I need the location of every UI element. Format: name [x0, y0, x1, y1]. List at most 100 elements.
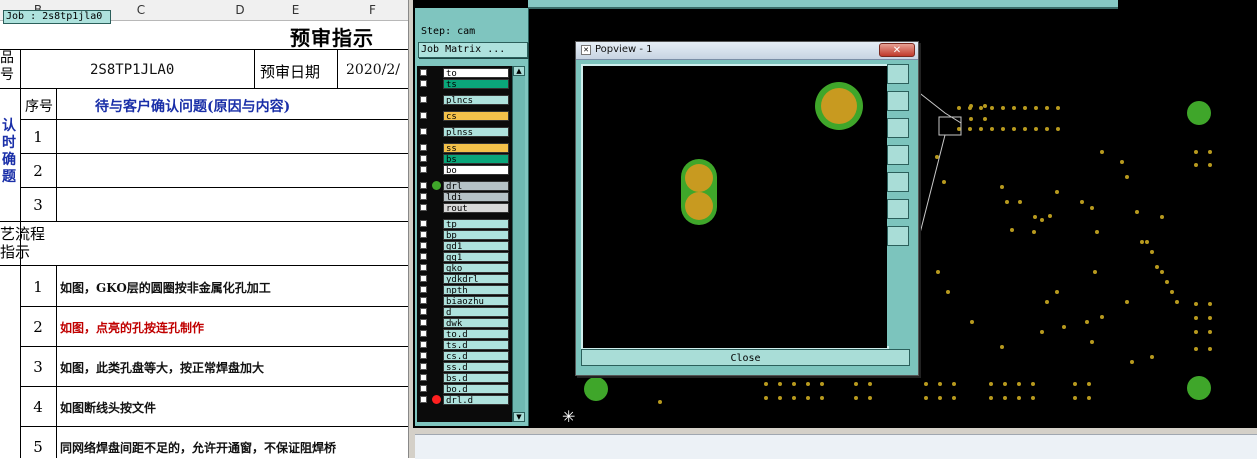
layer-name[interactable]: dwk — [443, 318, 509, 328]
layer-row[interactable]: bs — [419, 154, 510, 164]
layer-name[interactable]: npth — [443, 285, 509, 295]
layer-name[interactable]: to.d — [443, 329, 509, 339]
zoom-area-icon[interactable] — [887, 199, 909, 219]
layer-name[interactable]: ldi — [443, 192, 509, 202]
layer-name[interactable]: drl.d — [443, 395, 509, 405]
layer-row[interactable]: drl — [419, 181, 510, 191]
layer-row[interactable]: cs — [419, 111, 510, 121]
layer-checkbox[interactable] — [420, 193, 427, 200]
layer-name[interactable]: to — [443, 68, 509, 78]
layer-checkbox[interactable] — [420, 253, 427, 260]
layer-name[interactable]: ss.d — [443, 362, 509, 372]
layer-name[interactable]: bs — [443, 154, 509, 164]
layer-checkbox[interactable] — [420, 144, 427, 151]
layer-checkbox[interactable] — [420, 220, 427, 227]
layer-row[interactable]: ldi — [419, 192, 510, 202]
layer-row[interactable]: to.d — [419, 329, 510, 339]
layer-name[interactable]: ts.d — [443, 340, 509, 350]
layer-checkbox[interactable] — [420, 308, 427, 315]
layer-checkbox[interactable] — [420, 275, 427, 282]
close-button[interactable]: Close — [581, 349, 910, 366]
layer-checkbox[interactable] — [420, 330, 427, 337]
layer-row[interactable]: cs.d — [419, 351, 510, 361]
pan-left-icon[interactable] — [887, 145, 909, 165]
layer-checkbox[interactable] — [420, 128, 427, 135]
layer-row[interactable]: to — [419, 68, 510, 78]
layer-name[interactable]: gd1 — [443, 241, 509, 251]
layer-checkbox[interactable] — [420, 341, 427, 348]
layer-row[interactable]: gd1 — [419, 241, 510, 251]
layer-row[interactable]: gko — [419, 263, 510, 273]
col-header-f[interactable]: F — [337, 0, 409, 21]
scroll-down-icon[interactable]: ▼ — [513, 412, 525, 422]
layer-row[interactable]: plnss — [419, 127, 510, 137]
layer-row[interactable]: biaozhu — [419, 296, 510, 306]
layer-name[interactable]: bo.d — [443, 384, 509, 394]
layer-name[interactable]: gg1 — [443, 252, 509, 262]
layer-checkbox[interactable] — [420, 242, 427, 249]
layer-row[interactable]: dwk — [419, 318, 510, 328]
layer-row[interactable]: ss.d — [419, 362, 510, 372]
layer-row[interactable]: plncs — [419, 95, 510, 105]
layer-checkbox[interactable] — [420, 286, 427, 293]
layer-name[interactable]: cs — [443, 111, 509, 121]
layer-row[interactable]: ts — [419, 79, 510, 89]
layer-name[interactable]: ss — [443, 143, 509, 153]
layer-checkbox[interactable] — [420, 363, 427, 370]
refresh-icon[interactable] — [887, 226, 909, 246]
layer-row[interactable]: drl.d — [419, 395, 510, 405]
layer-checkbox[interactable] — [420, 96, 427, 103]
layer-name[interactable]: ts — [443, 79, 509, 89]
layer-row[interactable]: tp — [419, 219, 510, 229]
layer-row[interactable]: bs.d — [419, 373, 510, 383]
col-header-e[interactable]: E — [254, 0, 338, 21]
col-header-d[interactable]: D — [226, 0, 255, 21]
layer-name[interactable]: bs.d — [443, 373, 509, 383]
close-window-icon[interactable]: ✕ — [879, 43, 915, 57]
scroll-up-icon[interactable]: ▲ — [513, 66, 525, 76]
layer-checkbox[interactable] — [420, 319, 427, 326]
zoom-in-icon[interactable] — [887, 91, 909, 111]
layer-checkbox[interactable] — [420, 204, 427, 211]
layer-row[interactable]: ts.d — [419, 340, 510, 350]
layer-checkbox[interactable] — [420, 69, 427, 76]
layer-checkbox[interactable] — [420, 297, 427, 304]
job-matrix-button[interactable]: Job Matrix ... — [418, 42, 528, 58]
layer-row[interactable]: gg1 — [419, 252, 510, 262]
layer-name[interactable]: biaozhu — [443, 296, 509, 306]
layer-name[interactable]: ydkdrl — [443, 274, 509, 284]
layer-name[interactable]: d — [443, 307, 509, 317]
layer-row[interactable]: bp — [419, 230, 510, 240]
layer-checkbox[interactable] — [420, 182, 427, 189]
layer-name[interactable]: tp — [443, 219, 509, 229]
layer-checkbox[interactable] — [420, 155, 427, 162]
layer-name[interactable]: plnss — [443, 127, 509, 137]
layer-checkbox[interactable] — [420, 80, 427, 87]
layer-name[interactable]: plncs — [443, 95, 509, 105]
layer-checkbox[interactable] — [420, 385, 427, 392]
layer-checkbox[interactable] — [420, 166, 427, 173]
layer-name[interactable]: bo — [443, 165, 509, 175]
layer-row[interactable]: bo — [419, 165, 510, 175]
layer-checkbox[interactable] — [420, 352, 427, 359]
layer-name[interactable]: gko — [443, 263, 509, 273]
pan-right-icon[interactable] — [887, 172, 909, 192]
popview-titlebar[interactable]: ✕ Popview - 1 ✕ — [576, 42, 918, 60]
layer-checkbox[interactable] — [420, 396, 427, 403]
layer-name[interactable]: rout — [443, 203, 509, 213]
layer-checkbox[interactable] — [420, 374, 427, 381]
layer-row[interactable]: ss — [419, 143, 510, 153]
layer-name[interactable]: bp — [443, 230, 509, 240]
layer-row[interactable]: bo.d — [419, 384, 510, 394]
layer-scrollbar[interactable]: ▲ ▼ — [512, 66, 525, 422]
layer-checkbox[interactable] — [420, 264, 427, 271]
layer-checkbox[interactable] — [420, 112, 427, 119]
popview-canvas[interactable] — [581, 64, 889, 350]
layer-row[interactable]: d — [419, 307, 510, 317]
zoom-fit-icon[interactable] — [887, 64, 909, 84]
layer-name[interactable]: drl — [443, 181, 509, 191]
layer-checkbox[interactable] — [420, 231, 427, 238]
layer-row[interactable]: rout — [419, 203, 510, 213]
zoom-out-icon[interactable] — [887, 118, 909, 138]
layer-row[interactable]: npth — [419, 285, 510, 295]
